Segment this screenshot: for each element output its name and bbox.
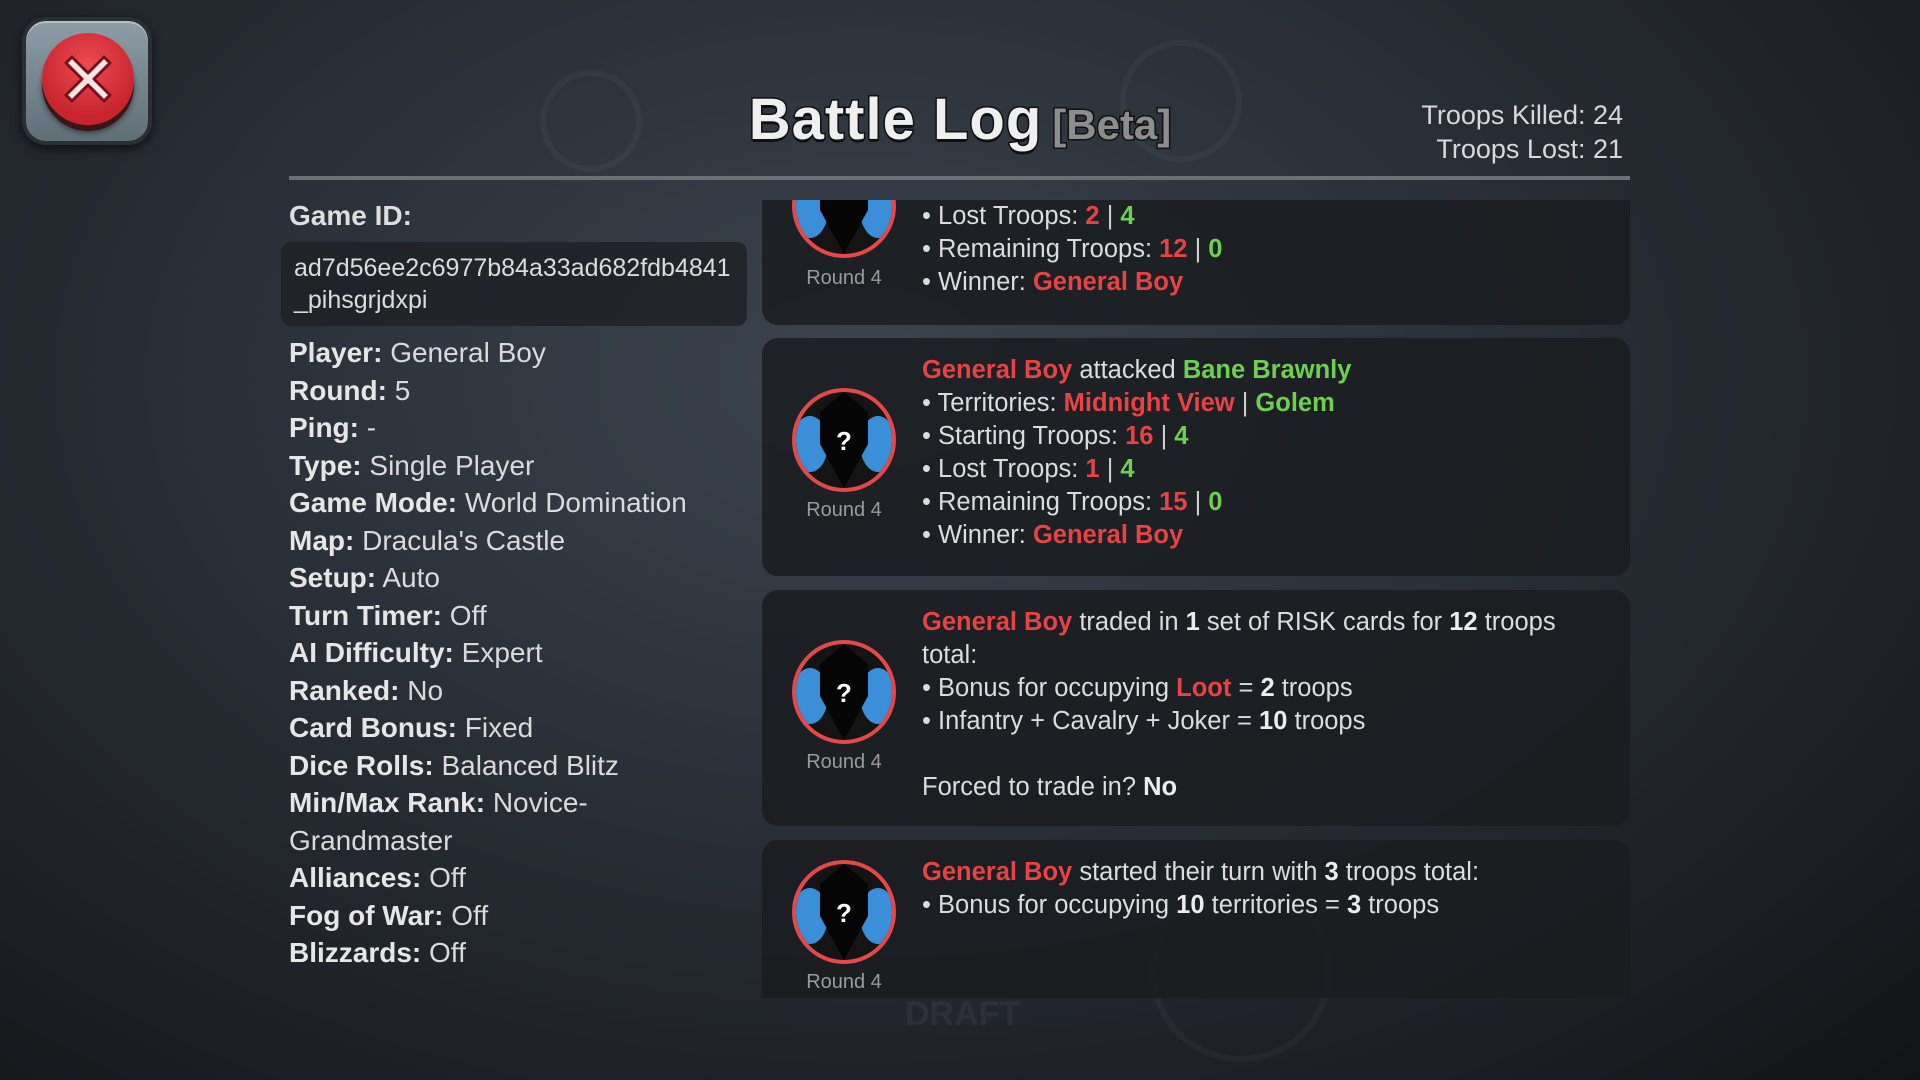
round-label: Round 4 [806, 267, 882, 289]
beta-badge: [Beta] [1051, 100, 1173, 150]
log-entry-card-trade: ? Round 4 General Boy traded in 1 set of… [762, 590, 1630, 826]
game-info-panel: Game ID: ad7d56ee2c6977b84a33ad682fdb484… [281, 200, 749, 972]
header: Battle Log [Beta] [0, 86, 1920, 154]
page-title: Battle Log [747, 86, 1043, 154]
turn-start-summary: General Boy started their turn with 3 tr… [922, 858, 1480, 886]
round-label: Round 4 [806, 751, 882, 773]
game-settings-list: Player: General Boy Round: 5 Ping: - Typ… [289, 334, 749, 972]
winner-line: • Winner: General Boy [922, 268, 1184, 296]
info-dice-rolls: Dice Rolls: Balanced Blitz [289, 749, 619, 781]
svg-text:?: ? [836, 426, 852, 456]
trade-summary: General Boy traded in 1 set of RISK card… [922, 608, 1556, 669]
game-id-value[interactable]: ad7d56ee2c6977b84a33ad682fdb4841_pihsgrj… [281, 242, 747, 326]
entry-text: General Boy started their turn with 3 tr… [922, 856, 1479, 922]
starting-troops-line: • Starting Troops: 16 | 4 [922, 422, 1189, 450]
info-setup: Setup: Auto [289, 562, 440, 593]
player-avatar [792, 200, 896, 258]
unknown-player-icon [796, 200, 892, 254]
battle-log-list[interactable]: Round 4 • Lost Troops: 2 | 4 • Remaining… [762, 200, 1630, 998]
svg-text:?: ? [836, 678, 852, 708]
info-player: Player: General Boy [289, 337, 546, 368]
territory-bonus-line: • Bonus for occupying Loot = 2 troops [922, 674, 1353, 702]
troops-killed: Troops Killed: 24 [1421, 100, 1623, 130]
card-combo-line: • Infantry + Cavalry + Joker = 10 troops [922, 707, 1366, 735]
info-ai-difficulty: AI Difficulty: Expert [289, 637, 543, 668]
territory-count-bonus-line: • Bonus for occupying 10 territories = 3… [922, 891, 1440, 919]
forced-trade-line: Forced to trade in? No [922, 773, 1178, 801]
remaining-troops-line: • Remaining Troops: 12 | 0 [922, 235, 1223, 263]
winner-line: • Winner: General Boy [922, 521, 1184, 549]
background-draft-label: DRAFT [905, 995, 1021, 1033]
entry-text: General Boy attacked Bane Brawnly • Terr… [922, 354, 1351, 552]
attack-summary: General Boy attacked Bane Brawnly [922, 356, 1352, 384]
header-divider [289, 176, 1630, 180]
svg-text:?: ? [836, 898, 852, 928]
unknown-player-icon: ? [796, 392, 892, 488]
territories-line: • Territories: Midnight View | Golem [922, 389, 1335, 417]
player-avatar: ? [792, 640, 896, 744]
info-blizzards: Blizzards: Off [289, 937, 466, 968]
game-id-label: Game ID: [289, 200, 412, 231]
info-fog-of-war: Fog of War: Off [289, 899, 489, 931]
entry-text: • Lost Troops: 2 | 4 • Remaining Troops:… [922, 200, 1222, 299]
unknown-player-icon: ? [796, 644, 892, 740]
troops-lost: Troops Lost: 21 [1436, 134, 1623, 164]
lost-troops-line: • Lost Troops: 1 | 4 [922, 455, 1135, 483]
info-round: Round: 5 [289, 374, 411, 406]
info-game-mode: Game Mode: World Domination [289, 487, 687, 518]
player-avatar: ? [792, 860, 896, 964]
log-entry-attack: ? Round 4 General Boy attacked Bane Braw… [762, 338, 1630, 576]
entry-text: General Boy traded in 1 set of RISK card… [922, 606, 1562, 804]
log-entry-attack: Round 4 • Lost Troops: 2 | 4 • Remaining… [762, 200, 1630, 325]
info-card-bonus: Card Bonus: Fixed [289, 712, 534, 743]
unknown-player-icon: ? [796, 864, 892, 960]
player-avatar: ? [792, 388, 896, 492]
info-ping: Ping: - [289, 412, 377, 443]
info-turn-timer: Turn Timer: Off [289, 599, 487, 631]
round-label: Round 4 [806, 971, 882, 993]
info-map: Map: Dracula's Castle [289, 524, 566, 556]
troop-stats: Troops Killed: 24 Troops Lost: 21 [1421, 98, 1623, 166]
lost-troops-line: • Lost Troops: 2 | 4 [922, 202, 1135, 230]
remaining-troops-line: • Remaining Troops: 15 | 0 [922, 488, 1223, 516]
info-alliances: Alliances: Off [289, 862, 466, 893]
round-label: Round 4 [806, 499, 882, 521]
log-entry-turn-start: ? Round 4 General Boy started their turn… [762, 840, 1630, 998]
info-type: Type: Single Player [289, 449, 535, 481]
info-min-max-rank: Min/Max Rank: Novice-Grandmaster [289, 787, 588, 856]
info-ranked: Ranked: No [289, 674, 444, 706]
